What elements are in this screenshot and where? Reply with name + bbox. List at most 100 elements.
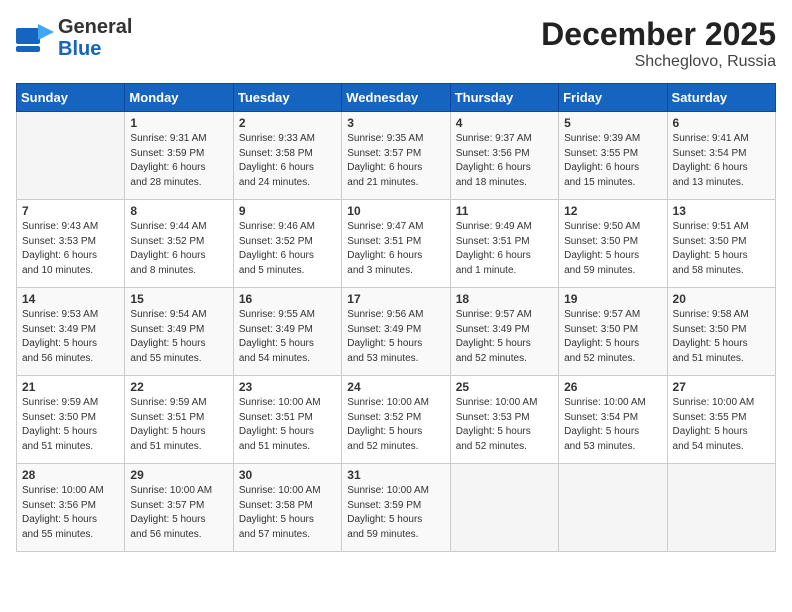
day-info: Sunrise: 9:37 AM Sunset: 3:56 PM Dayligh… — [456, 132, 553, 190]
day-number: 8 — [130, 204, 227, 218]
header-saturday: Saturday — [667, 84, 775, 112]
day-number: 11 — [456, 204, 553, 218]
day-number: 26 — [564, 380, 661, 394]
day-info: Sunrise: 9:50 AM Sunset: 3:50 PM Dayligh… — [564, 220, 661, 278]
day-info: Sunrise: 9:41 AM Sunset: 3:54 PM Dayligh… — [673, 132, 770, 190]
day-info: Sunrise: 9:31 AM Sunset: 3:59 PM Dayligh… — [130, 132, 227, 190]
logo-blue: Blue — [58, 38, 132, 60]
calendar-cell: 2Sunrise: 9:33 AM Sunset: 3:58 PM Daylig… — [233, 112, 341, 200]
calendar-cell: 31Sunrise: 10:00 AM Sunset: 3:59 PM Dayl… — [342, 464, 450, 552]
header-thursday: Thursday — [450, 84, 558, 112]
day-info: Sunrise: 10:00 AM Sunset: 3:53 PM Daylig… — [456, 396, 553, 454]
day-info: Sunrise: 9:57 AM Sunset: 3:49 PM Dayligh… — [456, 308, 553, 366]
calendar-cell: 29 Sunrise: 10:00 AM Sunset: 3:57 PM Dayl… — [125, 464, 233, 552]
day-number: 14 — [22, 292, 119, 306]
week-row-3: 14 Sunrise: 9:53 AM Sunset: 3:49 PM Dayli… — [17, 288, 776, 376]
day-number: 15 — [130, 292, 227, 306]
day-number: 29 — [130, 468, 227, 482]
header-monday: Monday — [125, 84, 233, 112]
calendar-cell: 25Sunrise: 10:00 AM Sunset: 3:53 PM Dayl… — [450, 376, 558, 464]
day-info: Sunrise: 9:46 AM Sunset: 3:52 PM Dayligh… — [239, 220, 336, 278]
calendar-cell — [667, 464, 775, 552]
day-number: 3 — [347, 116, 444, 130]
calendar-cell: 4 Sunrise: 9:37 AM Sunset: 3:56 PM Daylig… — [450, 112, 558, 200]
day-number: 4 — [456, 116, 553, 130]
calendar-cell: 20 Sunrise: 9:58 AM Sunset: 3:50 PM Dayli… — [667, 288, 775, 376]
week-row-4: 21 Sunrise: 9:59 AM Sunset: 3:50 PM Dayli… — [17, 376, 776, 464]
day-info: Sunrise: 9:44 AM Sunset: 3:52 PM Dayligh… — [130, 220, 227, 278]
day-number: 18 — [456, 292, 553, 306]
day-number: 6 — [673, 116, 770, 130]
calendar-cell: 5 Sunrise: 9:39 AM Sunset: 3:55 PM Daylig… — [559, 112, 667, 200]
day-number: 1 — [130, 116, 227, 130]
calendar-cell: 1 Sunrise: 9:31 AM Sunset: 3:59 PM Daylig… — [125, 112, 233, 200]
day-info: Sunrise: 10:00 AM Sunset: 3:51 PM Daylig… — [239, 396, 336, 454]
calendar-body: 1 Sunrise: 9:31 AM Sunset: 3:59 PM Daylig… — [17, 112, 776, 552]
calendar-cell: 28 Sunrise: 10:00 AM Sunset: 3:56 PM Dayl… — [17, 464, 125, 552]
day-number: 28 — [22, 468, 119, 482]
week-row-5: 28 Sunrise: 10:00 AM Sunset: 3:56 PM Dayl… — [17, 464, 776, 552]
day-info: Sunrise: 9:59 AM Sunset: 3:50 PM Dayligh… — [22, 396, 119, 454]
page-header: General Blue December 2025 Shcheglovo, R… — [16, 16, 776, 71]
calendar-cell: 17 Sunrise: 9:56 AM Sunset: 3:49 PM Dayli… — [342, 288, 450, 376]
calendar-header: SundayMondayTuesdayWednesdayThursdayFrid… — [17, 84, 776, 112]
location: Shcheglovo, Russia — [541, 53, 776, 71]
day-info: Sunrise: 10:00 AM Sunset: 3:57 PM Daylig… — [130, 484, 227, 542]
day-number: 27 — [673, 380, 770, 394]
calendar-cell — [17, 112, 125, 200]
header-tuesday: Tuesday — [233, 84, 341, 112]
day-number: 31 — [347, 468, 444, 482]
day-info: Sunrise: 9:43 AM Sunset: 3:53 PM Dayligh… — [22, 220, 119, 278]
day-number: 24 — [347, 380, 444, 394]
week-row-2: 7 Sunrise: 9:43 AM Sunset: 3:53 PM Daylig… — [17, 200, 776, 288]
logo-icon — [16, 24, 54, 52]
calendar-cell: 22Sunrise: 9:59 AM Sunset: 3:51 PM Dayli… — [125, 376, 233, 464]
calendar-cell: 21 Sunrise: 9:59 AM Sunset: 3:50 PM Dayli… — [17, 376, 125, 464]
calendar-table: SundayMondayTuesdayWednesdayThursdayFrid… — [16, 83, 776, 552]
day-info: Sunrise: 10:00 AM Sunset: 3:52 PM Daylig… — [347, 396, 444, 454]
calendar-cell: 13 Sunrise: 9:51 AM Sunset: 3:50 PM Dayli… — [667, 200, 775, 288]
calendar-cell: 23 Sunrise: 10:00 AM Sunset: 3:51 PM Dayl… — [233, 376, 341, 464]
day-number: 13 — [673, 204, 770, 218]
day-number: 2 — [239, 116, 336, 130]
day-number: 20 — [673, 292, 770, 306]
day-info: Sunrise: 9:54 AM Sunset: 3:49 PM Dayligh… — [130, 308, 227, 366]
day-info: Sunrise: 9:57 AM Sunset: 3:50 PM Dayligh… — [564, 308, 661, 366]
day-info: Sunrise: 9:51 AM Sunset: 3:50 PM Dayligh… — [673, 220, 770, 278]
calendar-cell — [450, 464, 558, 552]
day-number: 19 — [564, 292, 661, 306]
day-info: Sunrise: 9:39 AM Sunset: 3:55 PM Dayligh… — [564, 132, 661, 190]
day-info: Sunrise: 10:00 AM Sunset: 3:56 PM Daylig… — [22, 484, 119, 542]
day-info: Sunrise: 10:00 AM Sunset: 3:58 PM Daylig… — [239, 484, 336, 542]
calendar-cell: 19 Sunrise: 9:57 AM Sunset: 3:50 PM Dayli… — [559, 288, 667, 376]
day-info: Sunrise: 9:58 AM Sunset: 3:50 PM Dayligh… — [673, 308, 770, 366]
day-info: Sunrise: 9:53 AM Sunset: 3:49 PM Dayligh… — [22, 308, 119, 366]
day-info: Sunrise: 9:56 AM Sunset: 3:49 PM Dayligh… — [347, 308, 444, 366]
calendar-cell: 24 Sunrise: 10:00 AM Sunset: 3:52 PM Dayl… — [342, 376, 450, 464]
day-info: Sunrise: 9:49 AM Sunset: 3:51 PM Dayligh… — [456, 220, 553, 278]
day-number: 21 — [22, 380, 119, 394]
calendar-cell: 14 Sunrise: 9:53 AM Sunset: 3:49 PM Dayli… — [17, 288, 125, 376]
calendar-cell: 7 Sunrise: 9:43 AM Sunset: 3:53 PM Daylig… — [17, 200, 125, 288]
day-number: 30 — [239, 468, 336, 482]
day-info: Sunrise: 9:47 AM Sunset: 3:51 PM Dayligh… — [347, 220, 444, 278]
day-number: 5 — [564, 116, 661, 130]
header-wednesday: Wednesday — [342, 84, 450, 112]
calendar-cell: 18 Sunrise: 9:57 AM Sunset: 3:49 PM Dayli… — [450, 288, 558, 376]
day-number: 23 — [239, 380, 336, 394]
day-number: 17 — [347, 292, 444, 306]
calendar-cell: 6 Sunrise: 9:41 AM Sunset: 3:54 PM Daylig… — [667, 112, 775, 200]
calendar-cell: 3 Sunrise: 9:35 AM Sunset: 3:57 PM Daylig… — [342, 112, 450, 200]
calendar-cell: 12Sunrise: 9:50 AM Sunset: 3:50 PM Dayli… — [559, 200, 667, 288]
day-number: 10 — [347, 204, 444, 218]
calendar-cell: 15 Sunrise: 9:54 AM Sunset: 3:49 PM Dayli… — [125, 288, 233, 376]
calendar-cell: 11 Sunrise: 9:49 AM Sunset: 3:51 PM Dayli… — [450, 200, 558, 288]
calendar-cell — [559, 464, 667, 552]
day-number: 9 — [239, 204, 336, 218]
calendar-cell: 9 Sunrise: 9:46 AM Sunset: 3:52 PM Daylig… — [233, 200, 341, 288]
day-info: Sunrise: 9:35 AM Sunset: 3:57 PM Dayligh… — [347, 132, 444, 190]
day-number: 7 — [22, 204, 119, 218]
calendar-cell: 27Sunrise: 10:00 AM Sunset: 3:55 PM Dayl… — [667, 376, 775, 464]
header-row: SundayMondayTuesdayWednesdayThursdayFrid… — [17, 84, 776, 112]
calendar-cell: 30 Sunrise: 10:00 AM Sunset: 3:58 PM Dayl… — [233, 464, 341, 552]
